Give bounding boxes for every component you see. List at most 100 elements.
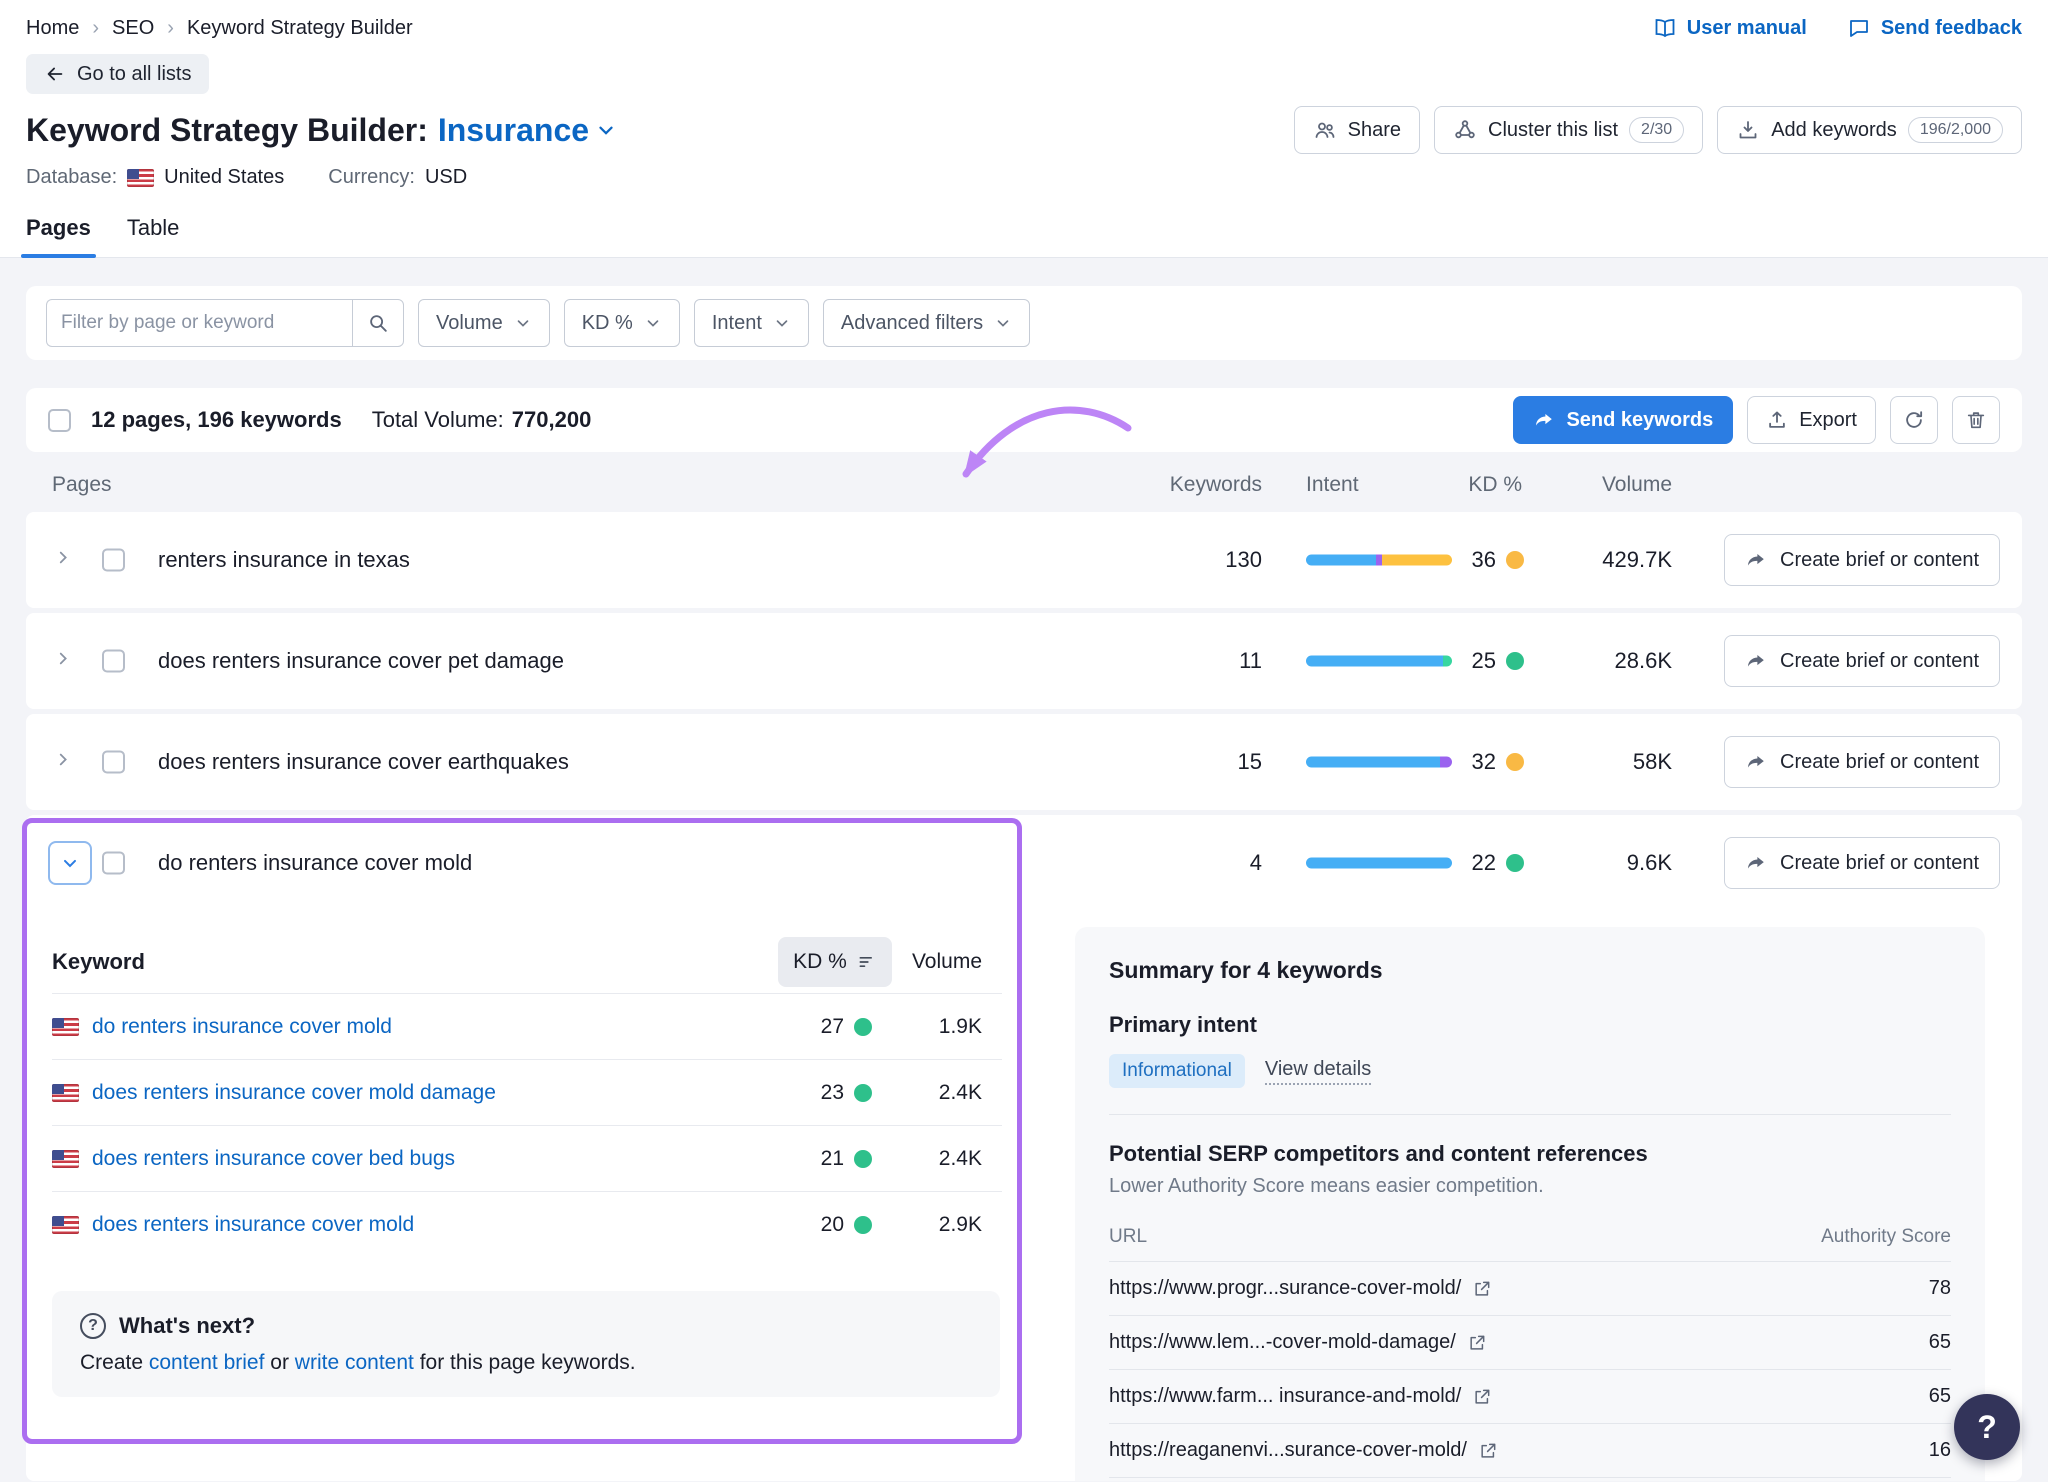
competitor-url[interactable]: https://www.progr...surance-cover-mold/	[1109, 1277, 1492, 1300]
row-checkbox[interactable]	[102, 751, 125, 774]
kd-value: 36	[1472, 547, 1524, 573]
page-name: do renters insurance cover mold	[158, 850, 472, 876]
tab-pages[interactable]: Pages	[26, 215, 91, 257]
keyword-row: does renters insurance cover mold damage…	[52, 1059, 1002, 1125]
whats-next-title: What's next?	[119, 1313, 255, 1339]
row-checkbox[interactable]	[102, 650, 125, 673]
competitor-row: https://www.lem...-cover-mold-damage/ 65	[1109, 1316, 1951, 1370]
kd-value: 21	[821, 1147, 872, 1171]
whats-next-text: Create content brief or write content fo…	[80, 1351, 972, 1375]
search-input[interactable]	[46, 299, 352, 347]
external-link-icon[interactable]	[1472, 1387, 1492, 1407]
keyword-link[interactable]: does renters insurance cover mold damage	[92, 1081, 496, 1105]
main-content: Volume KD % Intent Advanced filters 12 p…	[0, 258, 2048, 1481]
refresh-button[interactable]	[1890, 396, 1938, 444]
content-brief-link[interactable]: content brief	[149, 1351, 265, 1374]
expand-chevron-icon[interactable]	[54, 751, 72, 774]
table-row: does renters insurance cover earthquakes…	[26, 714, 2022, 810]
competitor-url[interactable]: https://reaganenvi...surance-cover-mold/	[1109, 1439, 1498, 1462]
cluster-list-button[interactable]: Cluster this list 2/30	[1434, 106, 1703, 154]
us-flag-icon	[52, 1018, 79, 1036]
list-name-dropdown[interactable]: Insurance	[438, 112, 617, 149]
breadcrumb-seo[interactable]: SEO	[112, 17, 154, 40]
row-checkbox[interactable]	[102, 549, 125, 572]
selection-summary: 12 pages, 196 keywords	[91, 407, 342, 433]
add-keywords-button[interactable]: Add keywords 196/2,000	[1717, 106, 2022, 154]
select-all-checkbox[interactable]	[48, 409, 71, 432]
keyword-link[interactable]: does renters insurance cover mold	[92, 1213, 414, 1237]
breadcrumb-home[interactable]: Home	[26, 17, 79, 40]
expand-chevron-icon[interactable]	[54, 650, 72, 673]
filter-bar: Volume KD % Intent Advanced filters	[26, 286, 2022, 360]
create-brief-button[interactable]: Create brief or content	[1724, 837, 2000, 889]
keywords-count: 4	[1250, 850, 1262, 876]
collapse-chevron-button[interactable]	[48, 841, 92, 885]
keyword-link[interactable]: do renters insurance cover mold	[92, 1015, 392, 1039]
competitor-row: https://www.progr...surance-cover-mold/ …	[1109, 1262, 1951, 1316]
volume-filter-dropdown[interactable]: Volume	[418, 299, 550, 347]
refresh-icon	[1903, 409, 1925, 431]
forward-arrow-icon	[1745, 549, 1767, 571]
user-manual-link[interactable]: User manual	[1653, 16, 1807, 40]
volume-value: 58K	[1633, 749, 1672, 775]
create-brief-button[interactable]: Create brief or content	[1724, 534, 2000, 586]
forward-arrow-icon	[1745, 751, 1767, 773]
competitor-url[interactable]: https://www.farm... insurance-and-mold/	[1109, 1385, 1492, 1408]
tab-table[interactable]: Table	[127, 215, 180, 257]
export-button[interactable]: Export	[1747, 396, 1876, 444]
external-link-icon[interactable]	[1478, 1441, 1498, 1461]
chevron-down-icon	[644, 314, 662, 332]
view-tabs: Pages Table	[0, 189, 2048, 258]
kd-dot	[1506, 854, 1524, 872]
go-to-all-lists-button[interactable]: Go to all lists	[26, 54, 209, 94]
kd-dot	[854, 1018, 872, 1036]
selection-toolbar: 12 pages, 196 keywords Total Volume: 770…	[26, 388, 2022, 452]
view-details-link[interactable]: View details	[1265, 1058, 1371, 1085]
chevron-down-icon	[773, 314, 791, 332]
send-keywords-button[interactable]: Send keywords	[1513, 396, 1733, 444]
keyword-row: does renters insurance cover bed bugs 21…	[52, 1125, 1002, 1191]
external-link-icon[interactable]	[1472, 1279, 1492, 1299]
us-flag-icon	[52, 1150, 79, 1168]
search-button[interactable]	[352, 299, 404, 347]
keyword-link[interactable]: does renters insurance cover bed bugs	[92, 1147, 455, 1171]
row-checkbox[interactable]	[102, 852, 125, 875]
sort-icon	[857, 952, 877, 972]
advanced-filters-dropdown[interactable]: Advanced filters	[823, 299, 1030, 347]
us-flag-icon	[52, 1216, 79, 1234]
kd-dot	[1506, 652, 1524, 670]
intent-bar	[1306, 858, 1452, 869]
book-icon	[1653, 16, 1677, 40]
primary-intent-label: Primary intent	[1109, 1012, 1951, 1038]
delete-button[interactable]	[1952, 396, 2000, 444]
external-link-icon[interactable]	[1467, 1333, 1487, 1353]
expand-chevron-icon[interactable]	[54, 549, 72, 572]
keyword-detail-table: Keyword KD % Volume do renters insurance…	[52, 931, 1002, 1257]
kd-value: 22	[1472, 850, 1524, 876]
create-brief-button[interactable]: Create brief or content	[1724, 635, 2000, 687]
share-button[interactable]: Share	[1294, 106, 1420, 154]
authority-score: 16	[1929, 1439, 1951, 1462]
authority-score: 78	[1929, 1277, 1951, 1300]
send-feedback-link[interactable]: Send feedback	[1847, 16, 2022, 40]
competitor-row: https://www.farm... insurance-and-mold/ …	[1109, 1370, 1951, 1424]
help-button[interactable]: ?	[1954, 1394, 2020, 1460]
page-title: Keyword Strategy Builder: Insurance	[26, 112, 617, 149]
write-content-link[interactable]: write content	[295, 1351, 414, 1374]
competitor-url[interactable]: https://www.lem...-cover-mold-damage/	[1109, 1331, 1487, 1354]
kd-filter-dropdown[interactable]: KD %	[564, 299, 680, 347]
search-icon	[367, 312, 389, 334]
kd-sort-header[interactable]: KD %	[778, 937, 892, 987]
cluster-icon	[1453, 118, 1477, 142]
volume-value: 429.7K	[1602, 547, 1672, 573]
people-icon	[1313, 118, 1337, 142]
us-flag-icon	[52, 1084, 79, 1102]
column-volume: Volume	[912, 950, 982, 974]
url-table-header: URL Authority Score	[1109, 1226, 1951, 1262]
competitors-subtitle: Lower Authority Score means easier compe…	[1109, 1175, 1951, 1198]
create-brief-button[interactable]: Create brief or content	[1724, 736, 2000, 788]
intent-filter-dropdown[interactable]: Intent	[694, 299, 809, 347]
expanded-page-row: do renters insurance cover mold 4 22 9.6…	[26, 815, 2022, 1481]
column-intent: Intent	[1306, 473, 1359, 497]
chevron-down-icon	[994, 314, 1012, 332]
